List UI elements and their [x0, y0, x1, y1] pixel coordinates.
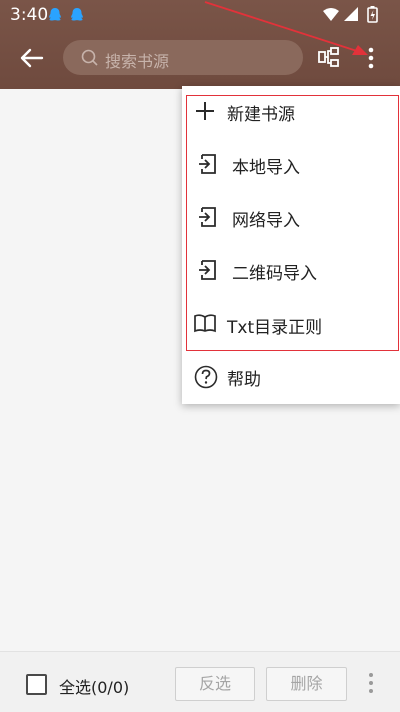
plus-icon	[194, 100, 216, 126]
select-all-label[interactable]: 全选(0/0)	[59, 674, 129, 698]
search-icon	[81, 49, 99, 71]
menu-item-network-import[interactable]: 网络导入	[182, 192, 400, 245]
menu-item-label: 新建书源	[227, 105, 295, 125]
more-vertical-icon	[369, 673, 373, 693]
system-status-icons	[322, 6, 386, 28]
more-options-button[interactable]	[366, 46, 376, 74]
qq-notification-icon	[48, 7, 62, 27]
help-icon	[194, 365, 218, 393]
book-icon	[194, 313, 216, 337]
overflow-menu: 新建书源 本地导入 网络导入 二维码导入 Txt目录正则 帮助	[182, 86, 400, 404]
menu-item-label: Txt目录正则	[227, 318, 323, 338]
search-placeholder: 搜索书源	[105, 52, 170, 71]
status-bar: 3:40	[0, 0, 400, 30]
wifi-icon	[323, 8, 339, 21]
import-icon	[197, 153, 217, 179]
menu-item-label: 本地导入	[232, 158, 300, 178]
import-icon	[197, 206, 217, 232]
delete-button[interactable]: 删除	[266, 667, 347, 701]
more-vertical-icon	[368, 47, 374, 69]
back-button[interactable]	[18, 45, 48, 71]
menu-item-local-import[interactable]: 本地导入	[182, 139, 400, 192]
signal-icon	[344, 7, 358, 21]
group-button[interactable]	[317, 46, 341, 74]
app-bar: 3:40 搜索书源	[0, 0, 400, 89]
bottom-action-bar: 全选(0/0) 反选 删除	[0, 651, 400, 712]
tree-structure-icon	[318, 47, 339, 67]
status-time: 3:40	[10, 5, 49, 25]
menu-item-help[interactable]: 帮助	[182, 351, 400, 404]
qq-notification-icon	[70, 7, 84, 27]
import-icon	[197, 259, 217, 285]
search-input[interactable]: 搜索书源	[63, 40, 303, 75]
select-all-checkbox[interactable]	[26, 674, 47, 695]
menu-item-label: 二维码导入	[232, 264, 317, 284]
menu-item-label: 网络导入	[232, 211, 300, 231]
menu-item-qrcode-import[interactable]: 二维码导入	[182, 245, 400, 298]
bottom-more-button[interactable]	[366, 672, 376, 698]
menu-item-txt-toc-regex[interactable]: Txt目录正则	[182, 299, 400, 352]
arrow-left-icon	[20, 48, 44, 68]
menu-item-new-source[interactable]: 新建书源	[182, 86, 400, 139]
invert-selection-button[interactable]: 反选	[175, 667, 255, 701]
menu-item-label: 帮助	[227, 370, 261, 390]
battery-icon	[367, 6, 378, 23]
